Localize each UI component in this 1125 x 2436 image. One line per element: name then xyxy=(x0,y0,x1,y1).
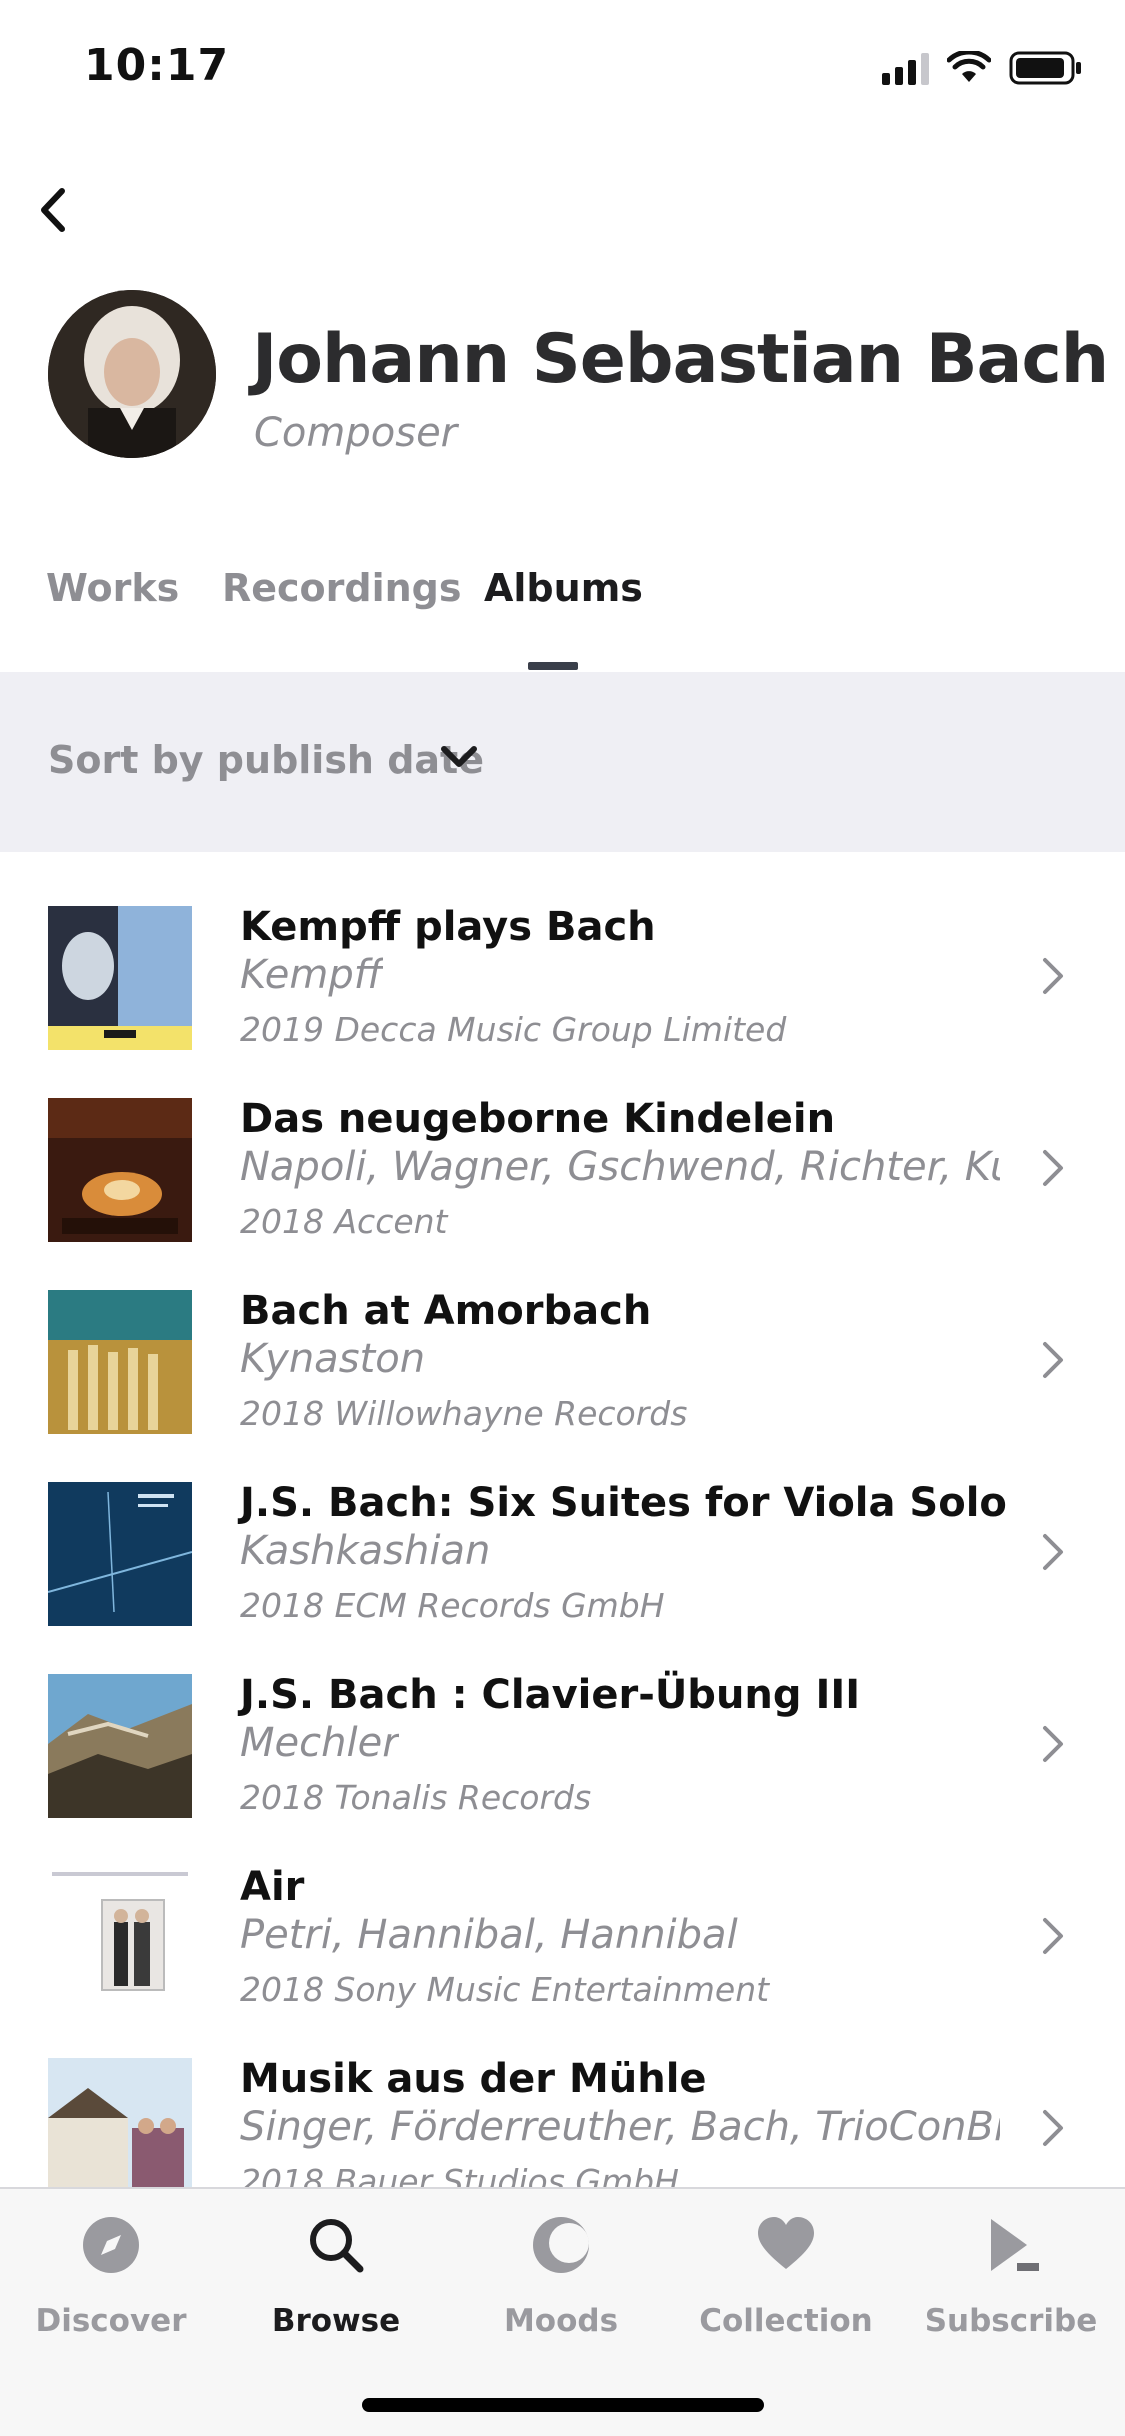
album-cover xyxy=(48,2058,192,2187)
tab-collection[interactable]: Collection xyxy=(686,2215,886,2345)
list-item[interactable]: J.S. Bach : Clavier-Übung III Mechler 20… xyxy=(0,1620,1125,1818)
tab-moods[interactable]: Moods xyxy=(461,2215,661,2345)
status-time: 10:17 xyxy=(84,40,230,91)
chevron-right-icon xyxy=(1043,1150,1063,1186)
album-artists: Napoli, Wagner, Gschwend, Richter, Ku... xyxy=(240,1144,1000,1190)
chevron-right-icon xyxy=(1043,1534,1063,1570)
tab-discover[interactable]: Discover xyxy=(11,2215,211,2345)
sort-bar[interactable]: Sort by publish date xyxy=(0,672,1125,852)
album-title: J.S. Bach: Six Suites for Viola Solo xyxy=(240,1480,1007,1526)
wifi-icon xyxy=(947,51,991,82)
album-cover xyxy=(48,1098,192,1242)
chevron-left-icon xyxy=(41,188,65,232)
album-title: Musik aus der Mühle xyxy=(240,2056,707,2102)
signal-icon xyxy=(882,51,929,85)
album-cover xyxy=(48,1290,192,1434)
artist-name: Johann Sebastian Bach xyxy=(252,320,1109,399)
album-artists: Kynaston xyxy=(240,1336,426,1382)
tab-browse[interactable]: Browse xyxy=(236,2215,436,2345)
chevron-right-icon xyxy=(1043,958,1063,994)
list-item[interactable]: Bach at Amorbach Kynaston 2018 Willowhay… xyxy=(0,1236,1125,1434)
album-meta: 2018 Bauer Studios GmbH xyxy=(240,2162,679,2187)
album-artists: Kempff xyxy=(240,952,383,998)
list-item[interactable]: Kempff plays Bach Kempff 2019 Decca Musi… xyxy=(0,852,1125,1050)
album-title: Kempff plays Bach xyxy=(240,904,656,950)
chevron-down-icon[interactable] xyxy=(438,742,480,772)
list-item[interactable]: J.S. Bach: Six Suites for Viola Solo Kas… xyxy=(0,1428,1125,1626)
album-cover xyxy=(48,1674,192,1818)
chevron-right-icon xyxy=(1043,1342,1063,1378)
tab-moods-label: Moods xyxy=(503,2303,619,2339)
tab-discover-label: Discover xyxy=(35,2303,187,2339)
album-cover xyxy=(48,906,192,1050)
compass-icon xyxy=(83,2217,139,2273)
heart-icon xyxy=(758,2217,814,2269)
portrait-image xyxy=(48,290,216,458)
album-title: J.S. Bach : Clavier-Übung III xyxy=(240,1672,861,1718)
list-item[interactable]: Air Petri, Hannibal, Hannibal 2018 Sony … xyxy=(0,1812,1125,2010)
battery-icon xyxy=(1009,51,1081,85)
back-button[interactable] xyxy=(14,170,94,250)
album-cover xyxy=(48,1866,192,2010)
album-title: Air xyxy=(240,1864,305,1910)
tab-subscribe[interactable]: Subscribe xyxy=(911,2215,1111,2345)
album-title: Das neugeborne Kindelein xyxy=(240,1096,836,1142)
tab-collection-label: Collection xyxy=(699,2303,873,2339)
status-icons xyxy=(882,50,1083,86)
tab-browse-label: Browse xyxy=(271,2303,401,2339)
list-item[interactable]: Musik aus der Mühle Singer, Förderreuthe… xyxy=(0,2004,1125,2187)
home-indicator[interactable] xyxy=(362,2398,764,2412)
chevron-right-icon xyxy=(1043,2110,1063,2146)
album-list: Kempff plays Bach Kempff 2019 Decca Musi… xyxy=(0,852,1125,2187)
album-artists: Mechler xyxy=(240,1720,399,1766)
album-artists: Kashkashian xyxy=(240,1528,491,1574)
album-cover xyxy=(48,1482,192,1626)
album-title: Bach at Amorbach xyxy=(240,1288,652,1334)
album-artists: Petri, Hannibal, Hannibal xyxy=(240,1912,738,1958)
play-icon xyxy=(991,2219,1039,2271)
tab-recordings[interactable]: Recordings xyxy=(222,566,462,610)
tab-subscribe-label: Subscribe xyxy=(924,2303,1098,2339)
artist-tabs: Works Recordings Albums xyxy=(0,556,1125,672)
artist-role: Composer xyxy=(254,410,458,456)
list-item[interactable]: Das neugeborne Kindelein Napoli, Wagner,… xyxy=(0,1044,1125,1242)
artist-avatar xyxy=(48,290,216,458)
tab-albums[interactable]: Albums xyxy=(484,566,643,610)
tab-works[interactable]: Works xyxy=(46,566,179,610)
search-icon xyxy=(310,2219,364,2273)
chevron-right-icon xyxy=(1043,1726,1063,1762)
tab-active-indicator xyxy=(528,662,578,670)
sort-label[interactable]: Sort by publish date xyxy=(48,738,484,782)
chevron-right-icon xyxy=(1043,1918,1063,1954)
status-bar: 10:17 xyxy=(0,0,1125,134)
moon-icon xyxy=(533,2217,589,2273)
album-artists: Singer, Förderreuther, Bach, TrioConBrio xyxy=(240,2104,1000,2150)
